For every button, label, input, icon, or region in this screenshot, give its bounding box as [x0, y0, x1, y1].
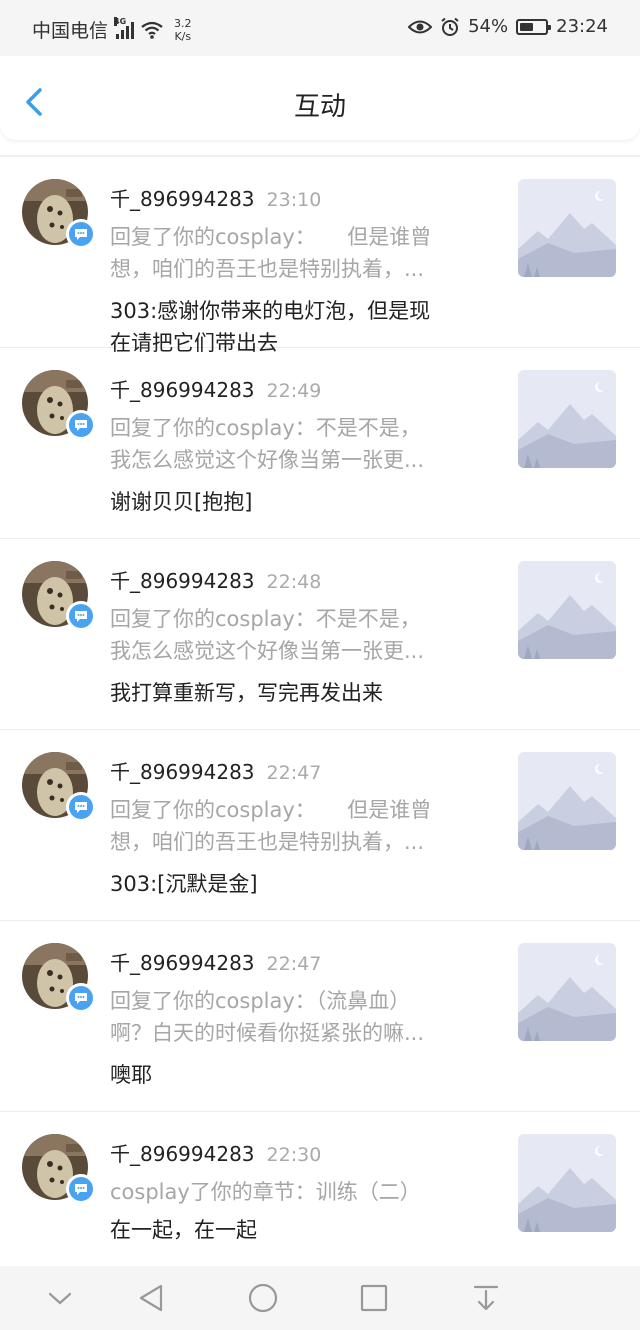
reply-text: 在一起，在一起	[110, 1214, 482, 1246]
app-header: 互动	[0, 56, 640, 140]
user-name[interactable]: 千_896994283	[110, 951, 255, 975]
chevron-down-icon	[48, 1292, 72, 1305]
status-bar: 中国电信 4G 3.2 K/s 54% 23:24	[0, 0, 640, 56]
user-name[interactable]: 千_896994283	[110, 569, 255, 593]
reply-text: 303:[沉默是金]	[110, 868, 482, 900]
user-name[interactable]: 千_896994283	[110, 378, 255, 402]
network-speed: 3.2 K/s	[174, 16, 192, 43]
user-name[interactable]: 千_896994283	[110, 187, 255, 211]
list-item[interactable]: 千_896994283 22:47 回复了你的cosplay：（流鼻血） 啊？白天…	[0, 921, 640, 1112]
item-header: 千_896994283 22:30	[110, 1138, 321, 1167]
system-nav-bar	[0, 1266, 640, 1330]
quote-line: cosplay了你的章节：训练（二）	[110, 1180, 421, 1204]
carrier-label: 中国电信	[32, 20, 109, 42]
quote-line: 想，咱们的吾王也是特别执着，...	[110, 830, 425, 854]
comment-bubble-icon	[66, 601, 96, 631]
nav-home-button[interactable]	[245, 1280, 281, 1316]
page-title: 互动	[293, 92, 346, 122]
list-item[interactable]: 千_896994283 22:48 回复了你的cosplay：不是不是， 我怎么感…	[0, 539, 640, 730]
comment-bubble-icon	[66, 983, 96, 1013]
reply-line: 我打算重新写，写完再发出来	[110, 681, 383, 705]
item-header: 千_896994283 22:47	[110, 756, 321, 785]
home-circle-icon	[248, 1283, 278, 1313]
item-time: 22:48	[266, 571, 322, 593]
collapse-button[interactable]	[42, 1280, 78, 1316]
interaction-list: 千_896994283 23:10 回复了你的cosplay： 但是谁曾 想，咱们…	[0, 157, 640, 1303]
item-header: 千_896994283 22:48	[110, 565, 321, 594]
nav-back-button[interactable]	[133, 1280, 169, 1316]
comment-bubble-icon	[66, 410, 96, 440]
reply-text: 谢谢贝贝[抱抱]	[110, 486, 482, 518]
item-time: 22:49	[266, 380, 322, 402]
item-time: 22:47	[266, 953, 322, 975]
reply-text: 我打算重新写，写完再发出来	[110, 677, 482, 709]
clock: 23:24	[556, 16, 608, 37]
thumbnail-placeholder[interactable]	[518, 752, 616, 850]
battery-percent: 54%	[468, 16, 509, 37]
battery-icon	[516, 18, 552, 35]
item-time: 23:10	[266, 189, 322, 211]
thumbnail-placeholder[interactable]	[518, 179, 616, 277]
notification-pull-icon	[473, 1285, 499, 1311]
comment-bubble-icon	[66, 219, 96, 249]
quoted-text: cosplay了你的章节：训练（二）	[110, 1176, 482, 1208]
reply-line: 噢耶	[110, 1063, 152, 1087]
quote-line: 想，咱们的吾王也是特别执着，...	[110, 257, 425, 281]
quote-line: 我怎么感觉这个好像当第一张更...	[110, 448, 425, 472]
quoted-text: 回复了你的cosplay：不是不是， 我怎么感觉这个好像当第一张更...	[110, 412, 482, 476]
reply-line: 303:感谢你带来的电灯泡，但是现	[110, 299, 431, 323]
quote-line: 回复了你的cosplay： 但是谁曾	[110, 225, 432, 249]
quoted-text: 回复了你的cosplay： 但是谁曾 想，咱们的吾王也是特别执着，...	[110, 794, 482, 858]
item-time: 22:47	[266, 762, 322, 784]
quote-line: 回复了你的cosplay：不是不是，	[110, 416, 421, 440]
eye-icon	[408, 20, 433, 33]
thumbnail-placeholder[interactable]	[518, 370, 616, 468]
quoted-text: 回复了你的cosplay： 但是谁曾 想，咱们的吾王也是特别执着，...	[110, 221, 482, 285]
item-header: 千_896994283 22:49	[110, 374, 321, 403]
alarm-icon	[441, 17, 459, 36]
thumbnail-placeholder[interactable]	[518, 561, 616, 659]
quote-line: 啊？白天的时候看你挺紧张的嘛...	[110, 1021, 425, 1045]
reply-line: 303:[沉默是金]	[110, 872, 258, 896]
recent-square-icon	[360, 1284, 388, 1312]
wifi-icon	[141, 21, 163, 39]
quote-line: 回复了你的cosplay：不是不是，	[110, 607, 421, 631]
user-name[interactable]: 千_896994283	[110, 760, 255, 784]
reply-text: 噢耶	[110, 1059, 482, 1091]
comment-bubble-icon	[66, 792, 96, 822]
thumbnail-placeholder[interactable]	[518, 1134, 616, 1232]
item-header: 千_896994283 22:47	[110, 947, 321, 976]
back-triangle-icon	[139, 1284, 163, 1312]
signal-icon: 4G	[114, 16, 135, 39]
quoted-text: 回复了你的cosplay：（流鼻血） 啊？白天的时候看你挺紧张的嘛...	[110, 985, 482, 1049]
item-time: 22:30	[266, 1144, 322, 1166]
quoted-text: 回复了你的cosplay：不是不是， 我怎么感觉这个好像当第一张更...	[110, 603, 482, 667]
quote-line: 回复了你的cosplay： 但是谁曾	[110, 798, 432, 822]
list-item[interactable]: 千_896994283 22:49 回复了你的cosplay：不是不是， 我怎么感…	[0, 348, 640, 539]
nav-recent-button[interactable]	[356, 1280, 392, 1316]
list-item[interactable]: 千_896994283 23:10 回复了你的cosplay： 但是谁曾 想，咱们…	[0, 157, 640, 355]
reply-line: 在一起，在一起	[110, 1218, 257, 1242]
thumbnail-placeholder[interactable]	[518, 943, 616, 1041]
network-type: 4G	[114, 16, 127, 26]
quote-line: 我怎么感觉这个好像当第一张更...	[110, 639, 425, 663]
list-item[interactable]: 千_896994283 22:47 回复了你的cosplay： 但是谁曾 想，咱们…	[0, 730, 640, 921]
item-header: 千_896994283 23:10	[110, 183, 321, 212]
quote-line: 回复了你的cosplay：（流鼻血）	[110, 989, 411, 1013]
comment-bubble-icon	[66, 1174, 96, 1204]
notification-pull-button[interactable]	[468, 1280, 504, 1316]
user-name[interactable]: 千_896994283	[110, 1142, 255, 1166]
reply-line: 谢谢贝贝[抱抱]	[110, 490, 253, 514]
